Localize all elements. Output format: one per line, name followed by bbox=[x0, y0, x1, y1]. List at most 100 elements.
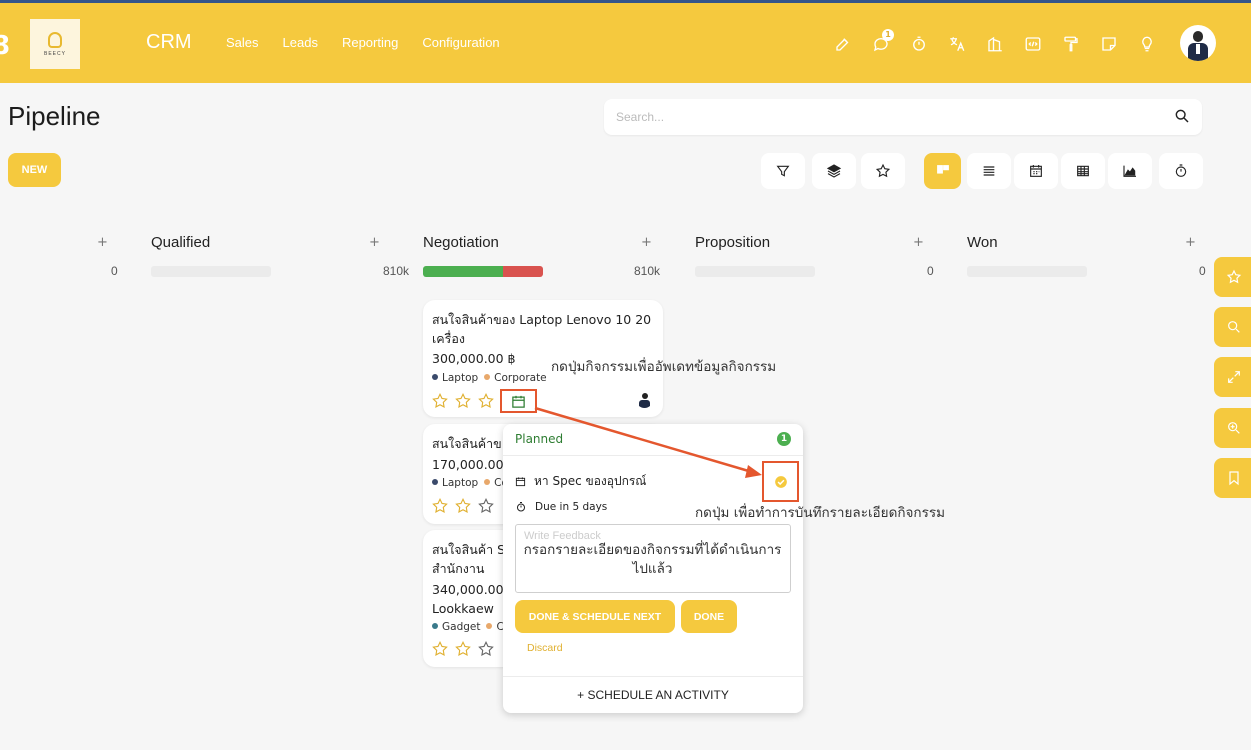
annotation-feedback: กรอกรายละเอียดของกิจกรรมที่ได้ดำเนินการไ… bbox=[523, 542, 782, 577]
tag: Corporate bbox=[484, 372, 547, 384]
activity-view-button[interactable] bbox=[1159, 153, 1203, 189]
graph-view-button[interactable] bbox=[1108, 153, 1152, 189]
main-menu: Sales Leads Reporting Configuration bbox=[226, 35, 500, 50]
annotation-mark-done: กดปุ่ม เพื่อทำการบันทึกรายละเอียดกิจกรรม bbox=[695, 505, 946, 521]
paint-roller-icon[interactable] bbox=[1052, 33, 1090, 55]
translate-icon[interactable] bbox=[938, 33, 976, 55]
chat-icon[interactable]: 1 bbox=[862, 29, 900, 55]
star-icon[interactable] bbox=[431, 497, 449, 515]
priority-stars bbox=[431, 392, 495, 410]
code-icon[interactable] bbox=[1014, 33, 1052, 55]
progress-green[interactable] bbox=[423, 266, 504, 277]
area-chart-icon bbox=[1123, 165, 1136, 177]
search-input[interactable] bbox=[616, 107, 1156, 127]
logo-text: BEECY bbox=[44, 50, 66, 57]
column-add-icon[interactable]: + bbox=[97, 235, 108, 250]
column-progress bbox=[967, 266, 1087, 277]
column-count: 0 bbox=[1199, 264, 1206, 278]
tag: Gadget bbox=[432, 621, 480, 633]
systray: 1 bbox=[824, 29, 1166, 55]
calendar-icon bbox=[512, 395, 525, 408]
due-row: Due in 5 days bbox=[515, 501, 607, 513]
card-amount: 170,000.00 bbox=[432, 457, 504, 472]
done-button[interactable]: DONE bbox=[681, 600, 737, 633]
search-bar bbox=[604, 99, 1202, 135]
building-icon[interactable] bbox=[976, 33, 1014, 55]
menu-item-leads[interactable]: Leads bbox=[283, 35, 318, 50]
check-circle-icon bbox=[774, 475, 787, 488]
tag: Laptop bbox=[432, 477, 478, 489]
column-add-icon[interactable]: + bbox=[369, 235, 380, 250]
star-icon[interactable] bbox=[454, 392, 472, 410]
pivot-view-button[interactable] bbox=[1061, 153, 1105, 189]
favorites-button[interactable] bbox=[861, 153, 905, 189]
star-icon[interactable] bbox=[477, 640, 495, 658]
filter-button[interactable] bbox=[761, 153, 805, 189]
bookmark-icon bbox=[1229, 471, 1239, 486]
column-progress[interactable] bbox=[423, 266, 543, 277]
activity-row[interactable]: หา Spec ของอุปกรณ์ bbox=[515, 472, 646, 491]
star-icon[interactable] bbox=[454, 640, 472, 658]
tag-label: Laptop bbox=[442, 372, 479, 384]
menu-item-sales[interactable]: Sales bbox=[226, 35, 259, 50]
column-progress bbox=[151, 266, 271, 277]
star-icon[interactable] bbox=[431, 640, 449, 658]
star-icon[interactable] bbox=[477, 392, 495, 410]
kanban-icon bbox=[936, 165, 949, 174]
side-expand-button[interactable] bbox=[1214, 357, 1251, 397]
column-add-icon[interactable]: + bbox=[641, 235, 652, 250]
layers-icon bbox=[826, 164, 842, 178]
card-avatar[interactable] bbox=[636, 391, 653, 408]
apps-menu-icon[interactable]: 8 bbox=[0, 31, 10, 61]
stopwatch-icon bbox=[1175, 164, 1187, 177]
star-icon[interactable] bbox=[454, 497, 472, 515]
stopwatch-icon[interactable] bbox=[900, 33, 938, 55]
schedule-activity-button[interactable]: + SCHEDULE AN ACTIVITY bbox=[503, 676, 803, 713]
priority-stars bbox=[431, 640, 495, 658]
mark-done-button[interactable] bbox=[762, 461, 799, 502]
side-favorite-button[interactable] bbox=[1214, 257, 1251, 297]
activity-summary: หา Spec ของอุปกรณ์ bbox=[534, 474, 647, 488]
star-icon[interactable] bbox=[431, 392, 449, 410]
column-add-icon[interactable]: + bbox=[913, 235, 924, 250]
card-tags: Laptop Corporate bbox=[432, 372, 547, 384]
calendar-view-button[interactable] bbox=[1014, 153, 1058, 189]
activity-button[interactable] bbox=[500, 389, 537, 413]
sticky-note-icon[interactable] bbox=[1090, 33, 1128, 55]
side-search-button[interactable] bbox=[1214, 307, 1251, 347]
group-by-button[interactable] bbox=[812, 153, 856, 189]
column-add-icon[interactable]: + bbox=[1185, 235, 1196, 250]
column-count: 0 bbox=[111, 264, 118, 278]
card-tags: Laptop Co bbox=[432, 477, 508, 489]
card-title-line: สำนักงาน bbox=[432, 561, 485, 576]
planned-count-badge: 1 bbox=[777, 432, 791, 446]
lightbulb-icon[interactable] bbox=[1128, 33, 1166, 55]
done-schedule-next-button[interactable]: DONE & SCHEDULE NEXT bbox=[515, 600, 675, 633]
edit-icon[interactable] bbox=[824, 33, 862, 55]
card-customer: Lookkaew bbox=[432, 601, 494, 616]
column-title-proposition: Proposition bbox=[695, 234, 771, 251]
expand-icon bbox=[1228, 371, 1240, 383]
progress-red[interactable] bbox=[503, 266, 543, 277]
search-icon[interactable] bbox=[1174, 108, 1190, 128]
page-title: Pipeline bbox=[8, 101, 101, 131]
list-view-button[interactable] bbox=[967, 153, 1011, 189]
avatar-tie bbox=[1196, 44, 1200, 54]
column-count: 0 bbox=[927, 264, 934, 278]
side-bookmark-button[interactable] bbox=[1214, 458, 1251, 498]
card-tags: Gadget Co bbox=[432, 621, 510, 633]
star-icon[interactable] bbox=[477, 497, 495, 515]
new-button[interactable]: NEW bbox=[8, 153, 61, 187]
company-logo[interactable]: BEECY bbox=[30, 19, 80, 69]
tag-label: Laptop bbox=[442, 477, 479, 489]
star-icon bbox=[1226, 269, 1242, 284]
menu-item-reporting[interactable]: Reporting bbox=[342, 35, 398, 50]
side-zoom-button[interactable] bbox=[1214, 408, 1251, 448]
user-avatar[interactable] bbox=[1180, 25, 1216, 61]
column-title-qualified: Qualified bbox=[151, 234, 211, 251]
kanban-view-button[interactable] bbox=[924, 153, 961, 189]
menu-item-configuration[interactable]: Configuration bbox=[422, 35, 499, 50]
discard-link[interactable]: Discard bbox=[527, 642, 563, 654]
app-brand[interactable]: CRM bbox=[146, 31, 192, 54]
stopwatch-icon bbox=[517, 502, 525, 512]
